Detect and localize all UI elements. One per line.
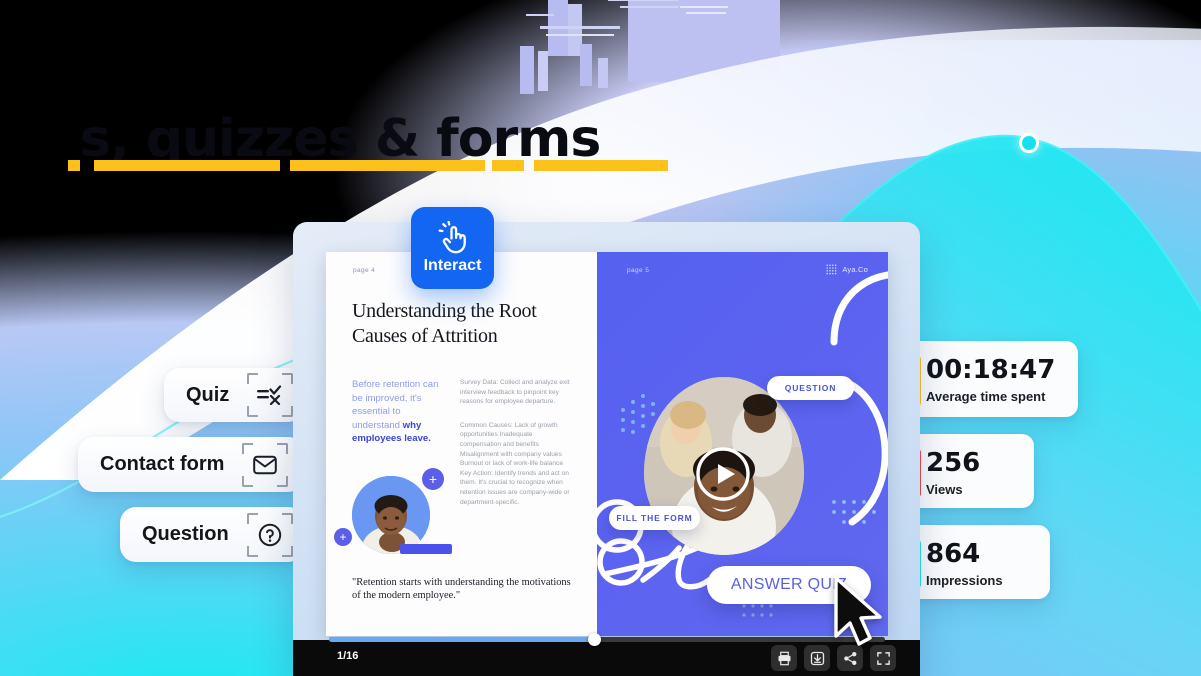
plus-badge-top[interactable]: +	[422, 468, 444, 490]
interact-badge-label: Interact	[423, 257, 482, 274]
badge-fill-the-form-label: FILL THE FORM	[616, 513, 693, 523]
page-counter: 1/16	[337, 650, 359, 662]
chip-quiz[interactable]: Quiz	[164, 368, 304, 422]
stat-label: Impressions	[926, 573, 1003, 588]
stat-card-impressions: 864 Impressions	[906, 525, 1050, 599]
player-tools	[771, 645, 896, 671]
badge-question[interactable]: QUESTION	[767, 376, 854, 400]
chip-question-label: Question	[142, 523, 229, 545]
article-quote: "Retention starts with understanding the…	[352, 577, 571, 601]
stat-card-views: 256 Views	[906, 434, 1034, 508]
page-number-right: page 5	[627, 267, 650, 274]
article-title: Understanding the Root Causes of Attriti…	[352, 300, 537, 347]
stat-value: 864	[926, 539, 981, 569]
page-progress-slider[interactable]	[329, 633, 885, 646]
article-portrait: + +	[334, 468, 452, 568]
headline-underline	[68, 160, 668, 174]
mouse-cursor	[834, 576, 882, 646]
flipbook-spread: page 4 Understanding the Root Causes of …	[326, 252, 888, 636]
portrait-photo	[352, 476, 430, 554]
print-icon	[778, 651, 790, 665]
stat-value: 00:18:47	[926, 355, 1056, 385]
curve-dot-marker	[1019, 133, 1039, 153]
badge-question-label: QUESTION	[784, 383, 837, 393]
stat-label: Average time spent	[926, 389, 1046, 404]
stat-card-average-time: 00:18:47 Average time spent	[906, 341, 1078, 417]
decorative-ring-top	[830, 271, 888, 346]
portrait-circle	[352, 476, 430, 554]
plus-badge-bottom[interactable]: +	[334, 528, 352, 546]
print-button[interactable]	[771, 645, 797, 671]
interact-badge[interactable]: Interact	[411, 207, 494, 289]
download-icon	[810, 651, 824, 665]
envelope-icon	[242, 442, 289, 487]
page-number-left: page 4	[353, 267, 376, 274]
fullscreen-icon	[876, 651, 890, 665]
flipbook-page-left: page 4 Understanding the Root Causes of …	[326, 252, 597, 636]
flipbook-viewer[interactable]: page 4 Understanding the Root Causes of …	[293, 222, 920, 676]
player-toolbar: 1/16	[293, 633, 920, 676]
chip-contact-form[interactable]: Contact form	[78, 437, 304, 492]
question-circle-icon	[246, 512, 293, 557]
fullscreen-button[interactable]	[870, 645, 896, 671]
article-body-block-2: Common Causes: Lack of growth opportunit…	[460, 421, 570, 506]
page-progress-fill	[329, 637, 597, 642]
portrait-accent-bar	[400, 544, 452, 554]
share-icon	[843, 651, 856, 665]
tap-hand-icon	[438, 221, 466, 254]
article-body-block-1: Survey Data: Collect and analyze exit in…	[460, 379, 570, 406]
chip-quiz-label: Quiz	[186, 383, 230, 406]
chip-contact-form-label: Contact form	[100, 453, 225, 475]
download-button[interactable]	[804, 645, 830, 671]
quiz-icon	[247, 373, 294, 417]
page-progress-knob[interactable]	[588, 633, 601, 646]
article-lead-plain: Before retention can be improved, it's e…	[352, 379, 439, 431]
badge-fill-the-form[interactable]: FILL THE FORM	[609, 506, 700, 530]
decorative-dot-grid-bottom	[742, 604, 773, 617]
share-button[interactable]	[837, 645, 863, 671]
stat-label: Views	[926, 482, 963, 497]
play-icon[interactable]	[694, 445, 752, 503]
article-lead: Before retention can be improved, it's e…	[352, 378, 446, 446]
chip-question[interactable]: Question	[120, 507, 304, 562]
stat-value: 256	[926, 448, 981, 478]
article-body: Survey Data: Collect and analyze exit in…	[460, 378, 572, 507]
screenshot-root: s, quizzes & forms Quiz Contact form Que…	[0, 0, 1201, 676]
